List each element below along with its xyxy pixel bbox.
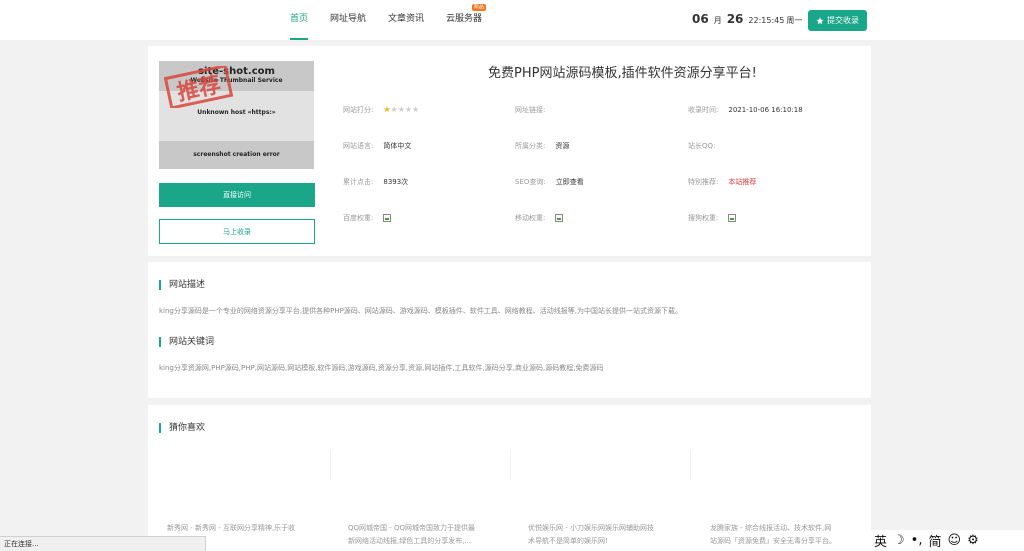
- recommended-heading: 猜你喜欢: [159, 423, 205, 433]
- punctuation-icon[interactable]: •,: [911, 533, 923, 548]
- divider: [510, 450, 511, 480]
- rating-stars: ★★★★★: [383, 105, 419, 114]
- divider: [690, 450, 691, 480]
- site-description-card: 网站描述 king分享源码是一个专业的网络资源分享平台,提供各种PHP源码、网站…: [148, 262, 871, 398]
- special-field: 特别推荐: 本站推荐: [688, 178, 757, 186]
- broken-image-icon: [555, 214, 564, 222]
- clicks-field: 累计点击: 8393次: [343, 178, 409, 186]
- recommended-item[interactable]: 新秀网 - 新秀网 - 互联网分享精神,乐于收: [167, 522, 317, 535]
- emoji-icon[interactable]: ☺: [948, 533, 962, 548]
- ime-simplified-toggle[interactable]: 简: [928, 531, 941, 550]
- sogou-weight-field: 搜狗权重:: [688, 213, 737, 223]
- mobile-weight-field: 移动权重:: [515, 213, 564, 223]
- baidu-weight-field: 百度权重:: [343, 213, 392, 223]
- seo-link[interactable]: 立即查看: [556, 178, 584, 186]
- recommended-card: 猜你喜欢 新秀网 - 新秀网 - 互联网分享精神,乐于收 QQ网城帝国 - QQ…: [148, 405, 871, 551]
- day: 26: [726, 12, 744, 26]
- recommended-item[interactable]: 优悦娱乐网 - 小刀娱乐网娱乐网辅助网技 术导航不是简单的娱乐网!: [528, 522, 678, 548]
- added-time-field: 收录时间: 2021-10-06 16:10:18: [688, 106, 803, 114]
- recommend-stamp: 推荐: [163, 66, 234, 108]
- rating-field: 网站打分: ★★★★★: [343, 105, 420, 114]
- site-info-card: site-shot.com Website Thumbnail Service …: [148, 46, 871, 256]
- link-field: 网址链接:: [515, 106, 546, 114]
- star-icon: [816, 16, 824, 24]
- recommended-item[interactable]: QQ网城帝国 - QQ网城帝国致力于提供最 新网络活动线报,绿色工具的分享发布,…: [348, 522, 498, 548]
- qq-field: 站长QQ:: [688, 142, 716, 150]
- month-unit: 月: [713, 16, 722, 25]
- top-navbar: 首页 网址导航 文章资讯 云服务器 新品 06 月 26 22:15:45 周一…: [0, 0, 1024, 40]
- broken-image-icon: [383, 214, 392, 222]
- star-icon: ★: [404, 105, 413, 114]
- star-icon: ★: [397, 105, 405, 114]
- ime-language-toggle[interactable]: 英: [874, 531, 887, 550]
- star-icon: ★: [412, 105, 420, 114]
- settings-icon[interactable]: ⚙: [967, 533, 979, 548]
- date-display: 06 月 26 22:15:45 周一: [692, 12, 802, 26]
- star-icon: ★: [383, 105, 391, 114]
- keywords-heading: 网站关键词: [159, 337, 214, 347]
- divider: [330, 450, 331, 480]
- site-title: 免费PHP网站源码模板,插件软件资源分享平台!: [488, 66, 757, 81]
- nav-home[interactable]: 首页: [290, 0, 309, 40]
- clock-time: 22:15:45: [748, 16, 785, 25]
- language-field: 网站语言: 简体中文: [343, 142, 412, 150]
- site-thumbnail: site-shot.com Website Thumbnail Service …: [159, 61, 314, 169]
- broken-image-icon: [728, 214, 737, 222]
- keywords-text: king分享资源网,PHP源码,PHP,网站源码,网站模板,软件源码,游戏源码,…: [159, 364, 604, 372]
- description-heading: 网站描述: [159, 280, 205, 290]
- collect-site-button[interactable]: 马上收录: [159, 219, 315, 244]
- ime-toolbar: 英 ☽ •, 简 ☺ ⚙: [868, 530, 1024, 551]
- thumbnail-footer: screenshot creation error: [159, 141, 314, 169]
- seo-field: SEO查询: 立即查看: [515, 178, 584, 186]
- browser-status-bar: 正在连接...: [0, 536, 206, 551]
- description-text: king分享源码是一个专业的网络资源分享平台,提供各种PHP源码、网站源码、游戏…: [159, 307, 683, 315]
- thumbnail-error: Unknown host «https:»: [197, 109, 276, 116]
- recommended-item[interactable]: 龙腾家族 - 综合线报活动、技术软件,网 站源码「资源免费」安全无毒分享平台。: [710, 522, 860, 548]
- moon-icon[interactable]: ☽: [893, 533, 905, 548]
- weekday: 周一: [786, 16, 803, 25]
- submit-site-button[interactable]: 提交收录: [808, 10, 867, 31]
- category-field: 所属分类: 资源: [515, 142, 570, 150]
- svg-text:推荐: 推荐: [175, 72, 223, 107]
- visit-site-button[interactable]: 直接访问: [159, 183, 315, 207]
- nav-cloud-server[interactable]: 云服务器 新品: [446, 0, 487, 40]
- star-icon: ★: [390, 105, 398, 114]
- nav-articles[interactable]: 文章资讯: [388, 0, 424, 40]
- main-nav: 首页 网址导航 文章资讯 云服务器 新品: [290, 0, 504, 40]
- nav-site-directory[interactable]: 网址导航: [330, 0, 366, 40]
- month: 06: [692, 12, 709, 26]
- new-badge: 新品: [472, 4, 487, 11]
